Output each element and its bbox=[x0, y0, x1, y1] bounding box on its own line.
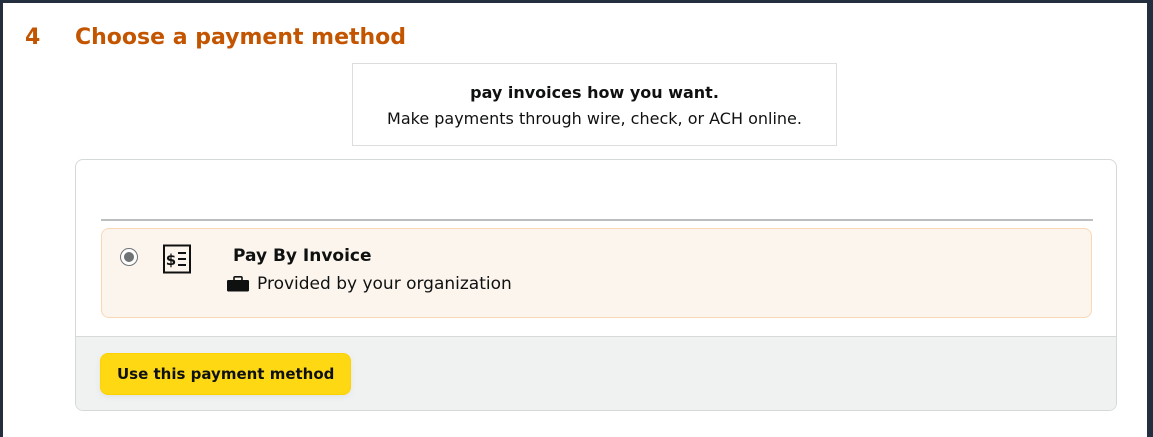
step-title: Choose a payment method bbox=[75, 24, 407, 50]
promo-subtitle: Make payments through wire, check, or AC… bbox=[387, 109, 802, 128]
panel-footer: Use this payment method bbox=[76, 336, 1116, 410]
step-number: 4 bbox=[25, 24, 41, 50]
radio-selected-dot bbox=[124, 252, 134, 262]
payment-option-subtitle-text: Provided by your organization bbox=[257, 274, 512, 294]
invoice-icon: $ bbox=[163, 244, 191, 274]
payment-option-pay-by-invoice[interactable]: $ Pay By Invoice Provided by your organi… bbox=[101, 228, 1092, 318]
payment-option-title: Pay By Invoice bbox=[233, 246, 372, 266]
use-payment-method-button[interactable]: Use this payment method bbox=[100, 353, 352, 395]
divider bbox=[101, 219, 1093, 221]
checkout-page: 4 Choose a payment method pay invoices h… bbox=[3, 3, 1147, 437]
briefcase-icon bbox=[227, 276, 249, 292]
promo-title: pay invoices how you want. bbox=[470, 83, 719, 102]
promo-box: pay invoices how you want. Make payments… bbox=[352, 63, 837, 146]
svg-text:$: $ bbox=[166, 251, 176, 269]
payment-option-subtitle: Provided by your organization bbox=[226, 273, 512, 295]
payment-option-radio[interactable] bbox=[120, 248, 138, 266]
payment-methods-panel: $ Pay By Invoice Provided by your organi… bbox=[75, 159, 1117, 411]
step-header: 4 Choose a payment method bbox=[25, 21, 406, 53]
